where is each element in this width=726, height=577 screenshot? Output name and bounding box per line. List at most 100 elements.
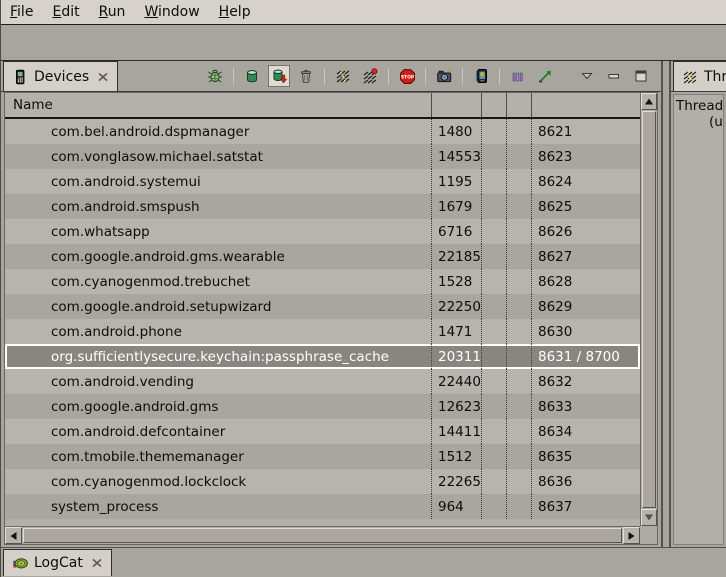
- process-name: com.android.vending: [5, 369, 431, 394]
- update-threads-button[interactable]: [332, 65, 354, 87]
- screen-capture-button[interactable]: [433, 65, 455, 87]
- camera-icon: [436, 68, 453, 84]
- method-profiling-button[interactable]: [359, 65, 381, 87]
- column-header-port[interactable]: [531, 93, 640, 117]
- column-header-2[interactable]: [506, 93, 531, 117]
- close-icon[interactable]: [91, 557, 103, 569]
- toolbar-separator: [462, 68, 463, 85]
- scroll-left-button[interactable]: [5, 527, 22, 544]
- threads-icon: [335, 68, 351, 84]
- scroll-up-button[interactable]: [641, 93, 657, 110]
- device-row-selected[interactable]: org.sufficientlysecure.keychain:passphra…: [5, 344, 640, 369]
- menu-window[interactable]: Window: [144, 4, 199, 20]
- device-row[interactable]: com.android.systemui11958624: [5, 169, 640, 194]
- process-pid: 1195: [431, 169, 481, 194]
- devices-tabrow: Devices STOP: [1, 61, 661, 92]
- minimize-button[interactable]: [603, 65, 625, 87]
- menu-edit[interactable]: Edit: [52, 4, 79, 20]
- process-name: com.google.android.gms.wearable: [5, 244, 431, 269]
- process-name: com.google.android.gms: [5, 394, 431, 419]
- logcat-icon: [12, 555, 28, 571]
- process-port: 8625: [531, 194, 640, 219]
- maximize-button[interactable]: [630, 65, 652, 87]
- stop-process-button[interactable]: STOP: [396, 65, 418, 87]
- column-header-1[interactable]: [481, 93, 506, 117]
- threads-icon: [682, 69, 698, 85]
- device-row[interactable]: com.cyanogenmod.trebuchet15288628: [5, 269, 640, 294]
- horizontal-scrollbar[interactable]: [5, 526, 640, 544]
- menu-file[interactable]: File: [10, 4, 33, 20]
- device-row[interactable]: com.bel.android.dspmanager14808621: [5, 119, 640, 144]
- threads-red-icon: [362, 68, 378, 84]
- process-name: com.android.systemui: [5, 169, 431, 194]
- menu-run[interactable]: Run: [99, 4, 126, 20]
- process-name: com.tmobile.thememanager: [5, 444, 431, 469]
- debug-process-button[interactable]: [204, 65, 226, 87]
- process-port: 8631 / 8700: [531, 344, 640, 369]
- update-heap-button[interactable]: [241, 65, 263, 87]
- minimize-icon: [606, 68, 622, 84]
- devices-toolbar: STOP: [204, 61, 661, 91]
- device-row[interactable]: com.vonglasow.michael.satstat145538623: [5, 144, 640, 169]
- process-name: org.sufficientlysecure.keychain:passphra…: [5, 344, 431, 369]
- phone-screen-icon: [473, 68, 490, 84]
- process-port: 8630: [531, 319, 640, 344]
- process-pid: 20311: [431, 344, 481, 369]
- device-row[interactable]: com.google.android.setupwizard222508629: [5, 294, 640, 319]
- process-pid: 22185: [431, 244, 481, 269]
- process-port: 8623: [531, 144, 640, 169]
- tab-logcat[interactable]: LogCat: [3, 549, 112, 576]
- toolbar-separator: [388, 68, 389, 85]
- ddms-window: File Edit Run Window Help Devices STOP Name: [0, 0, 726, 577]
- process-pid: 1679: [431, 194, 481, 219]
- toolbar-separator: [233, 68, 234, 85]
- device-row[interactable]: com.cyanogenmod.lockclock222658636: [5, 469, 640, 494]
- table-header: Name: [5, 93, 640, 119]
- device-row[interactable]: com.android.phone14718630: [5, 319, 640, 344]
- dump-hprof-button[interactable]: [268, 65, 290, 87]
- process-pid: 22250: [431, 294, 481, 319]
- device-screen-button[interactable]: [470, 65, 492, 87]
- dropdown-icon: [579, 68, 595, 84]
- process-port: 8636: [531, 469, 640, 494]
- tab-devices[interactable]: Devices: [3, 61, 118, 91]
- process-pid: 12623: [431, 394, 481, 419]
- cause-gc-button[interactable]: [295, 65, 317, 87]
- vertical-scroll-thumb[interactable]: [642, 111, 656, 508]
- process-name: com.cyanogenmod.lockclock: [5, 469, 431, 494]
- scroll-right-button[interactable]: [623, 527, 640, 544]
- process-pid: 22440: [431, 369, 481, 394]
- device-row[interactable]: com.android.defcontainer144118634: [5, 419, 640, 444]
- scrollbar-corner: [640, 526, 657, 544]
- horizontal-scroll-thumb[interactable]: [23, 528, 622, 543]
- process-pid: 1528: [431, 269, 481, 294]
- svg-text:STOP: STOP: [400, 74, 414, 80]
- device-row[interactable]: com.android.smspush16798625: [5, 194, 640, 219]
- threads-view: Threads Thread updates not enabled for s…: [669, 61, 726, 547]
- device-row[interactable]: com.android.vending224408632: [5, 369, 640, 394]
- tab-threads-label: Threads: [704, 69, 726, 85]
- vertical-scrollbar[interactable]: [640, 93, 657, 526]
- process-port: 8626: [531, 219, 640, 244]
- device-row[interactable]: com.tmobile.thememanager15128635: [5, 444, 640, 469]
- device-row[interactable]: system_process9648637: [5, 494, 640, 519]
- column-header-pid[interactable]: [431, 93, 481, 117]
- tab-threads[interactable]: Threads: [673, 61, 726, 91]
- menu-help[interactable]: Help: [219, 4, 251, 20]
- toolbar-separator: [499, 68, 500, 85]
- process-port: 8627: [531, 244, 640, 269]
- heap-icon: [244, 68, 260, 84]
- view-menu-button[interactable]: [576, 65, 598, 87]
- device-row[interactable]: com.whatsapp67168626: [5, 219, 640, 244]
- process-name: com.cyanogenmod.trebuchet: [5, 269, 431, 294]
- column-header-name[interactable]: Name: [5, 93, 431, 117]
- close-icon[interactable]: [97, 71, 109, 83]
- device-row[interactable]: com.google.android.gms.wearable22185 8627: [5, 244, 640, 269]
- trend-button[interactable]: [534, 65, 556, 87]
- process-name: com.whatsapp: [5, 219, 431, 244]
- scroll-down-button[interactable]: [641, 509, 657, 526]
- tab-devices-label: Devices: [34, 69, 89, 85]
- device-row[interactable]: com.google.android.gms126238633: [5, 394, 640, 419]
- threads-message: Thread updates not enabled for selected …: [673, 94, 724, 545]
- sysinfo-button[interactable]: [507, 65, 529, 87]
